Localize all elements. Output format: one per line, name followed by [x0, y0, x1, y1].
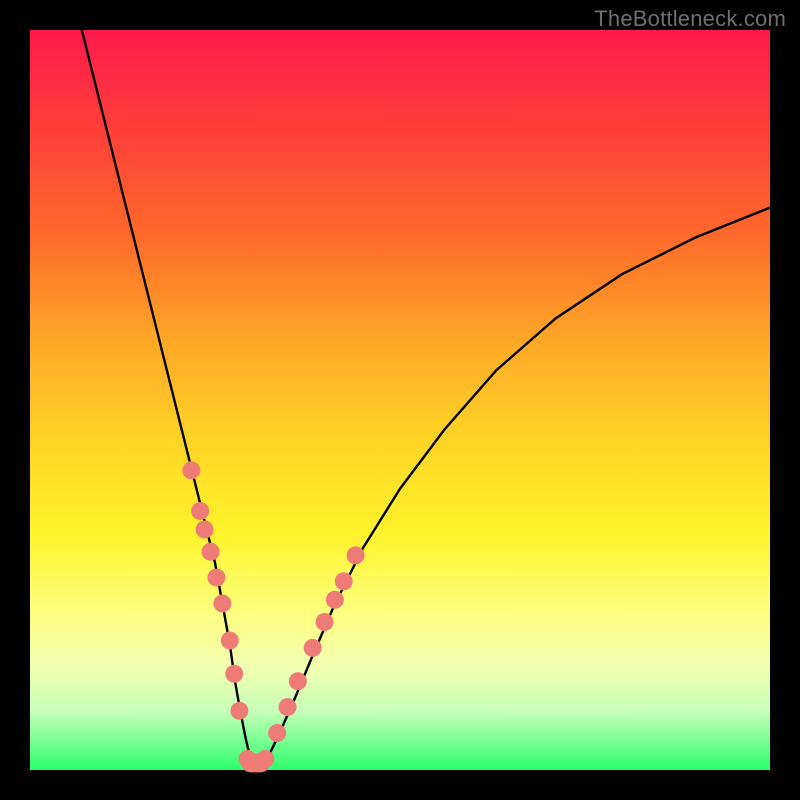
marker-dot	[221, 632, 239, 650]
marker-dot	[207, 569, 225, 587]
marker-dot	[225, 665, 243, 683]
bottleneck-curve	[82, 30, 770, 766]
watermark-text: TheBottleneck.com	[594, 6, 786, 32]
marker-dot	[202, 543, 220, 561]
marker-dot	[268, 724, 286, 742]
marker-dot	[230, 702, 248, 720]
marker-dot	[279, 698, 297, 716]
marker-dot	[347, 546, 365, 564]
chart-svg	[30, 30, 770, 770]
marker-dot	[335, 572, 353, 590]
marker-dot	[289, 672, 307, 690]
marker-dot	[326, 591, 344, 609]
marker-dot	[191, 502, 209, 520]
marker-dot	[256, 750, 274, 768]
marker-dot	[182, 461, 200, 479]
marker-group	[182, 461, 364, 771]
marker-dot	[196, 521, 214, 539]
marker-dot	[213, 595, 231, 613]
marker-dot	[304, 639, 322, 657]
marker-dot	[316, 613, 334, 631]
